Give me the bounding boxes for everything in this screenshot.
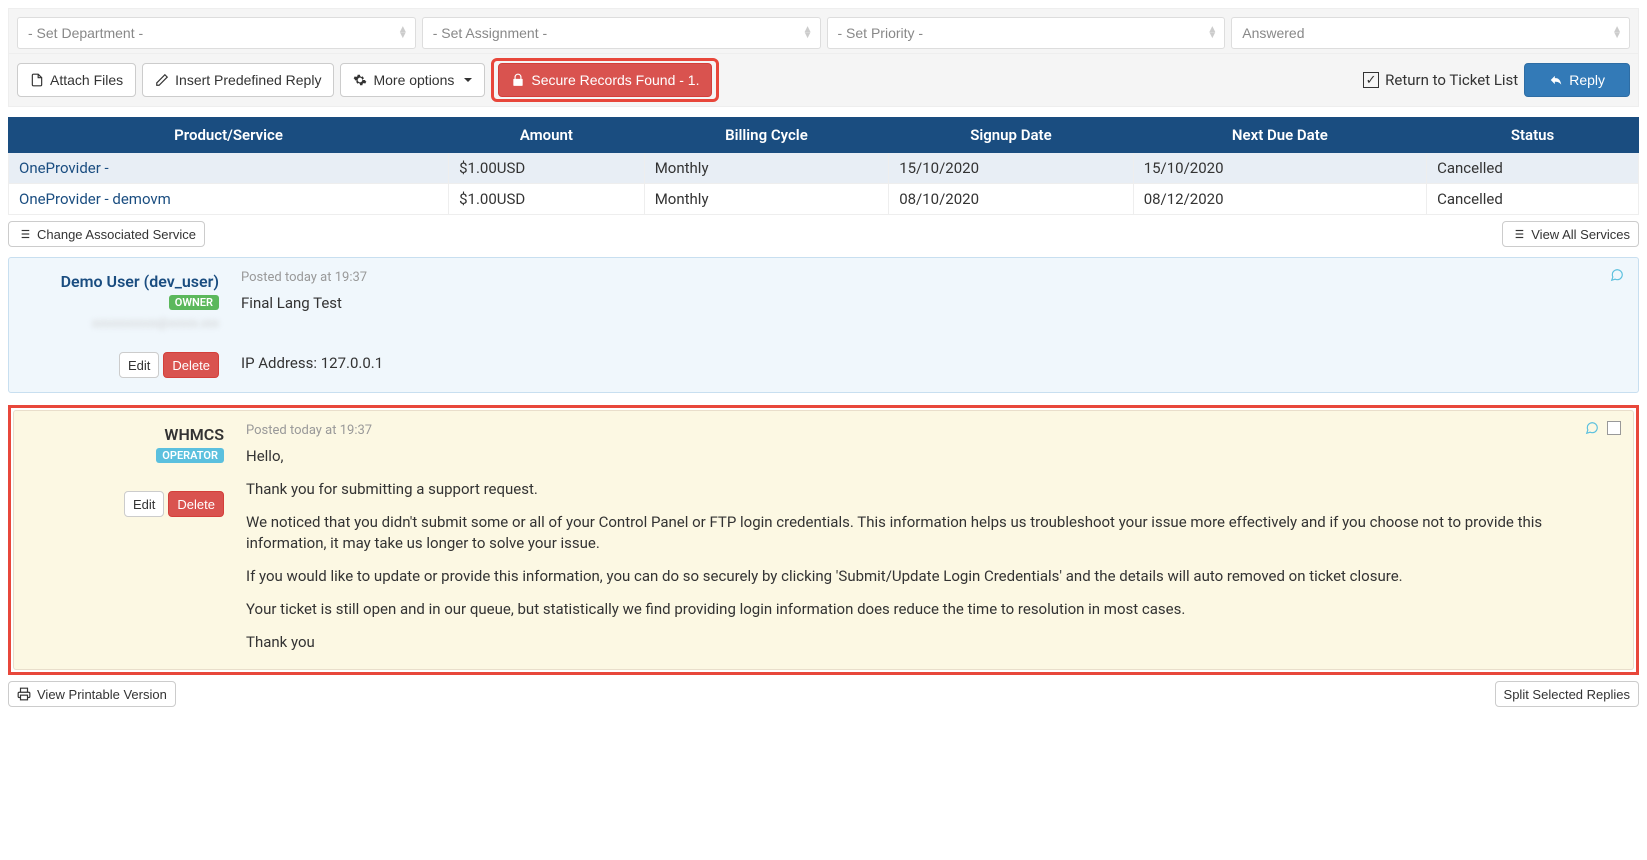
operator-badge: OPERATOR <box>156 448 224 463</box>
post-message: Hello, Thank you for submitting a suppor… <box>246 446 1617 653</box>
message-line: Final Lang Test <box>241 293 1622 314</box>
post-author: WHMCS <box>24 425 224 444</box>
printable-label: View Printable Version <box>37 687 167 702</box>
department-select[interactable]: - Set Department - <box>17 17 416 49</box>
post-message: Final Lang Test <box>241 293 1622 314</box>
speech-bubble-icon <box>1583 421 1601 435</box>
cell-product[interactable]: OneProvider - demovm <box>9 184 449 215</box>
cell-amount: $1.00USD <box>449 153 645 184</box>
list-icon <box>17 227 31 241</box>
secure-records-button[interactable]: Secure Records Found - 1. <box>498 63 712 97</box>
reply-label: Reply <box>1569 72 1605 88</box>
bottom-actions: View Printable Version Split Selected Re… <box>8 681 1639 707</box>
delete-post-button[interactable]: Delete <box>168 491 224 517</box>
message-line: Thank you <box>246 632 1617 653</box>
table-row[interactable]: OneProvider - demovm $1.00USD Monthly 08… <box>9 184 1639 215</box>
view-printable-button[interactable]: View Printable Version <box>8 681 176 707</box>
pencil-icon <box>155 73 169 87</box>
message-line: If you would like to update or provide t… <box>246 566 1617 587</box>
cell-signup: 08/10/2020 <box>889 184 1134 215</box>
reply-button[interactable]: Reply <box>1524 63 1630 97</box>
message-line: Hello, <box>246 446 1617 467</box>
post-sidebar: Demo User (dev_user) OWNER xxxxxxxxxxx@x… <box>9 258 229 392</box>
th-amount: Amount <box>449 118 645 153</box>
lock-icon <box>511 73 525 87</box>
insert-predefined-label: Insert Predefined Reply <box>175 72 321 88</box>
th-due: Next Due Date <box>1133 118 1426 153</box>
attach-files-button[interactable]: Attach Files <box>17 63 136 97</box>
list-icon <box>1511 227 1525 241</box>
services-header-row: Product/Service Amount Billing Cycle Sig… <box>9 118 1639 153</box>
cell-cycle: Monthly <box>644 184 889 215</box>
edit-post-button[interactable]: Edit <box>124 491 164 517</box>
cell-due: 15/10/2020 <box>1133 153 1426 184</box>
cell-signup: 15/10/2020 <box>889 153 1134 184</box>
select-reply-checkbox[interactable] <box>1607 421 1621 435</box>
secure-records-highlight: Secure Records Found - 1. <box>491 58 719 102</box>
services-table: Product/Service Amount Billing Cycle Sig… <box>8 117 1639 215</box>
return-to-ticket-list-checkbox[interactable]: ✓ Return to Ticket List <box>1363 71 1518 89</box>
reply-arrow-icon <box>1549 73 1563 87</box>
table-row[interactable]: OneProvider - $1.00USD Monthly 15/10/202… <box>9 153 1639 184</box>
th-signup: Signup Date <box>889 118 1134 153</box>
cell-status: Cancelled <box>1427 184 1639 215</box>
operator-post-highlight: WHMCS OPERATOR Edit Delete Posted today … <box>8 405 1639 675</box>
cell-amount: $1.00USD <box>449 184 645 215</box>
post-body: Posted today at 19:37 Final Lang Test IP… <box>229 258 1638 392</box>
cell-product[interactable]: OneProvider - <box>9 153 449 184</box>
post-timestamp: Posted today at 19:37 <box>241 270 1622 285</box>
edit-post-button[interactable]: Edit <box>119 352 159 378</box>
cell-status: Cancelled <box>1427 153 1639 184</box>
post-sidebar: WHMCS OPERATOR Edit Delete <box>14 411 234 669</box>
attach-files-label: Attach Files <box>50 72 123 88</box>
owner-badge: OWNER <box>169 295 219 310</box>
quote-button[interactable] <box>1608 268 1626 282</box>
priority-select[interactable]: - Set Priority - <box>827 17 1226 49</box>
message-line: Your ticket is still open and in our que… <box>246 599 1617 620</box>
cell-due: 08/12/2020 <box>1133 184 1426 215</box>
blurred-email: xxxxxxxxxxx@xxxxx.xxx <box>19 316 219 330</box>
gear-icon <box>353 73 367 87</box>
th-product: Product/Service <box>9 118 449 153</box>
ticket-post-owner: Demo User (dev_user) OWNER xxxxxxxxxxx@x… <box>8 257 1639 393</box>
change-associated-service-button[interactable]: Change Associated Service <box>8 221 205 247</box>
view-all-label: View All Services <box>1531 227 1630 242</box>
post-body: Posted today at 19:37 Hello, Thank you f… <box>234 411 1633 669</box>
ticket-controls-row-1: - Set Department - ▲▼ - Set Assignment -… <box>8 8 1639 54</box>
change-assoc-label: Change Associated Service <box>37 227 196 242</box>
cell-cycle: Monthly <box>644 153 889 184</box>
post-ip-address: IP Address: 127.0.0.1 <box>241 354 1622 372</box>
speech-bubble-icon <box>1608 268 1626 282</box>
delete-post-button[interactable]: Delete <box>163 352 219 378</box>
ticket-controls-row-2: Attach Files Insert Predefined Reply Mor… <box>8 54 1639 107</box>
status-select[interactable]: Answered <box>1231 17 1630 49</box>
ticket-post-operator: WHMCS OPERATOR Edit Delete Posted today … <box>13 410 1634 670</box>
post-author[interactable]: Demo User (dev_user) <box>19 272 219 291</box>
message-line: We noticed that you didn't submit some o… <box>246 512 1617 554</box>
more-options-label: More options <box>373 72 454 88</box>
assignment-select[interactable]: - Set Assignment - <box>422 17 821 49</box>
message-line: Thank you for submitting a support reque… <box>246 479 1617 500</box>
printer-icon <box>17 687 31 701</box>
file-icon <box>30 73 44 87</box>
split-replies-button[interactable]: Split Selected Replies <box>1495 681 1639 707</box>
th-status: Status <box>1427 118 1639 153</box>
return-to-list-label: Return to Ticket List <box>1385 71 1518 89</box>
insert-predefined-reply-button[interactable]: Insert Predefined Reply <box>142 63 334 97</box>
quote-button[interactable] <box>1583 421 1621 435</box>
checkbox-checked-icon: ✓ <box>1363 72 1379 88</box>
services-table-actions: Change Associated Service View All Servi… <box>8 221 1639 247</box>
secure-records-label: Secure Records Found - 1. <box>531 72 699 88</box>
more-options-button[interactable]: More options <box>340 63 485 97</box>
th-cycle: Billing Cycle <box>644 118 889 153</box>
view-all-services-button[interactable]: View All Services <box>1502 221 1639 247</box>
post-timestamp: Posted today at 19:37 <box>246 423 1617 438</box>
